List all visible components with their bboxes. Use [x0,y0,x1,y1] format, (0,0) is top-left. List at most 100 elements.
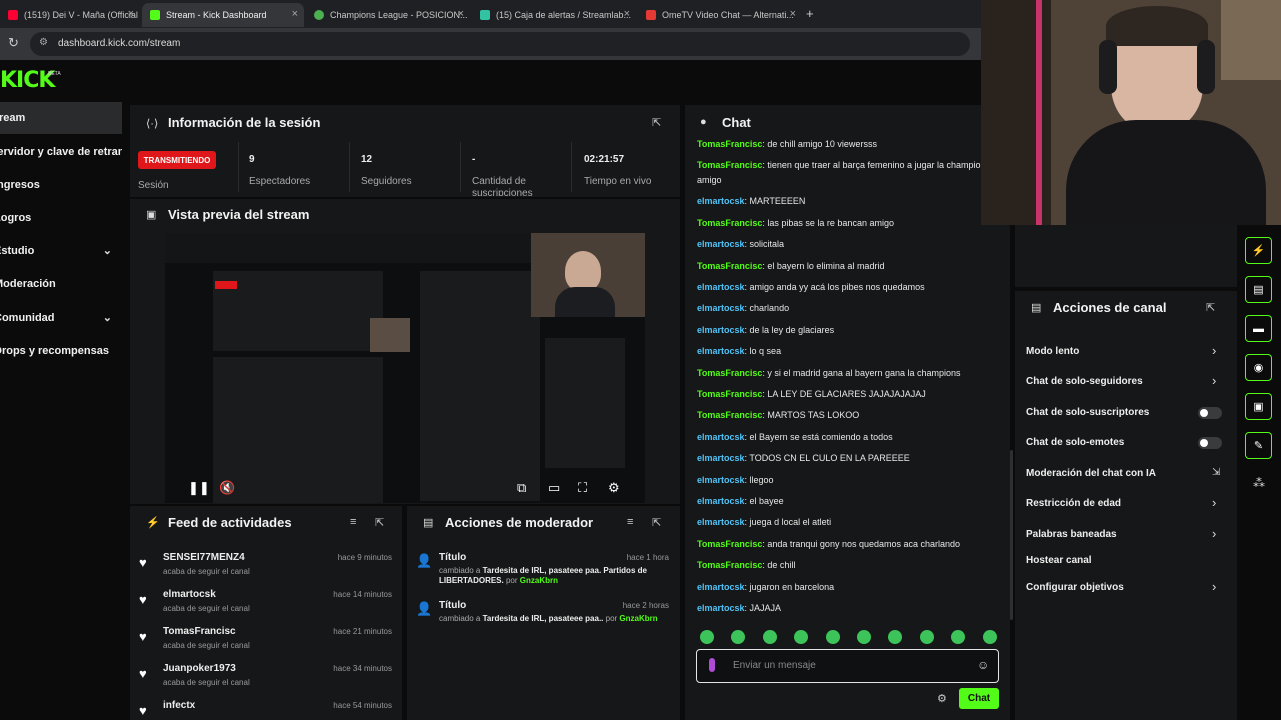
chat-username[interactable]: elmartocsk [697,196,745,206]
chat-username[interactable]: elmartocsk [697,325,745,335]
chat-scrollbar[interactable] [1010,450,1013,620]
chat-settings-icon[interactable]: ⚙ [937,692,947,705]
chat-username[interactable]: elmartocsk [697,517,745,527]
channel-action-goals[interactable]: Configurar objetivos [1026,582,1222,593]
channel-action-host[interactable]: Hostear canal [1026,555,1222,566]
chat-username[interactable]: TomasFrancisc [697,261,762,271]
reload-icon[interactable]: ↻ [8,35,19,51]
popout-icon[interactable]: ⇱ [1206,301,1215,314]
chat-text: TODOS CN EL CULO EN LA PAREEEE [749,453,910,464]
browser-tab[interactable]: (15) Caja de alertas / Streamlab... × [472,3,636,27]
mod-action-desc: cambiado a Tardesita de IRL, pasateee pa… [439,566,647,585]
emote-icon[interactable] [762,630,777,644]
sidebar-item-studio[interactable]: Estudio ⌄ [0,235,122,267]
mic-icon[interactable] [709,658,715,672]
send-chat-button[interactable]: Chat [959,688,999,709]
sidebar-item-community[interactable]: Comunidad ⌄ [0,302,122,334]
filter-icon[interactable]: ≡ [350,516,356,528]
emote-icon[interactable] [825,630,840,644]
close-icon[interactable]: × [624,8,630,20]
chat-username[interactable]: elmartocsk [697,282,745,292]
popout-icon[interactable]: ⇱ [652,116,661,129]
chat-bubble-icon[interactable]: ▬ [1245,315,1272,342]
chat-input[interactable]: Enviar un mensaje ☺ [696,649,999,683]
sidebar-item-server[interactable]: Servidor y clave de retransmisión [0,136,122,168]
sidebar-item-moderation[interactable]: Moderación [0,268,122,300]
sidebar-item-drops[interactable]: Drops y recompensas [0,335,122,367]
share-icon[interactable]: ⁂ [1253,476,1265,490]
chat-username[interactable]: TomasFrancisc [697,539,762,549]
new-tab-button[interactable]: + [806,6,814,21]
feed-username[interactable]: SENSEI77MENZ4 [163,552,245,563]
chat-username[interactable]: TomasFrancisc [697,368,762,378]
streamlabs-icon [480,10,490,20]
broadcast-icon[interactable]: ◉ [1245,354,1272,381]
chat-username[interactable]: elmartocsk [697,453,745,463]
sidebar-item-achievements[interactable]: Logros [0,202,122,234]
wrench-icon[interactable]: ✎ [1245,432,1272,459]
browser-tab[interactable]: OmeTV Video Chat — Alternati... × [638,3,802,27]
bolt-icon[interactable]: ⚡ [1245,237,1272,264]
emote-icon[interactable] [919,630,934,644]
browser-tab[interactable]: Champions League - POSICION... × [306,3,470,27]
chat-username[interactable]: elmartocsk [697,603,745,613]
live-time-value: 02:21:57 [584,154,625,165]
theater-icon[interactable]: ▭ [548,480,560,496]
close-icon[interactable]: × [458,8,464,20]
mute-icon[interactable]: 🔇 [219,480,235,496]
kick-logo[interactable]: KICK [0,68,55,93]
chat-username[interactable]: elmartocsk [697,475,745,485]
chat-username[interactable]: elmartocsk [697,239,745,249]
chat-username[interactable]: elmartocsk [697,496,745,506]
emotes-only-toggle[interactable] [1198,437,1222,449]
feed-username[interactable]: infectx [163,700,195,711]
chat-username[interactable]: TomasFrancisc [697,160,762,170]
chat-username[interactable]: TomasFrancisc [697,410,762,420]
sidebar-item-stream[interactable]: Stream [0,102,122,134]
popout-icon[interactable]: ⇱ [375,516,384,529]
chat-username[interactable]: TomasFrancisc [697,218,762,228]
feed-action: acaba de seguir el canal [163,567,250,576]
stream-preview-video[interactable] [165,233,645,503]
filter-icon[interactable]: ≡ [627,516,633,528]
channel-action-slow-mode[interactable]: Modo lento [1026,346,1222,357]
channel-action-banned-words[interactable]: Palabras baneadas [1026,529,1222,540]
feed-username[interactable]: elmartocsk [163,589,216,600]
panel-title: Chat [722,115,751,130]
feed-username[interactable]: TomasFrancisc [163,626,236,637]
browser-tab[interactable]: (1519) Dei V - Maña (Official V... × [0,3,140,27]
chat-username[interactable]: elmartocsk [697,346,745,356]
popout-icon[interactable]: ⇱ [652,516,661,529]
emote-icon[interactable] [982,630,997,644]
chat-message: TomasFrancisc: tienen que traer al barça… [697,160,991,186]
chat-username[interactable]: TomasFrancisc [697,560,762,570]
feed-username[interactable]: Juanpoker1973 [163,663,236,674]
pause-icon[interactable]: ❚❚ [188,480,210,496]
chat-username[interactable]: TomasFrancisc [697,139,762,149]
close-icon[interactable]: × [128,8,134,20]
settings-icon[interactable]: ⚙ [608,480,620,496]
picture-in-picture-icon[interactable]: ⧉ [517,480,526,496]
chat-username[interactable]: TomasFrancisc [697,389,762,399]
divider [571,142,572,192]
browser-tab-active[interactable]: Stream - Kick Dashboard × [142,3,304,27]
channel-action-age-restriction[interactable]: Restricción de edad [1026,498,1222,509]
subscribers-only-toggle[interactable] [1198,407,1222,419]
sidebar-item-income[interactable]: Ingresos [0,169,122,201]
fullscreen-icon[interactable]: ⛶ [578,480,587,496]
chat-username[interactable]: elmartocsk [697,432,745,442]
channel-action-followers-only[interactable]: Chat de solo-seguidores [1026,376,1222,387]
close-icon[interactable]: × [790,8,796,20]
chat-username[interactable]: elmartocsk [697,303,745,313]
document-icon[interactable]: ▤ [1245,276,1272,303]
emote-icon[interactable] [857,630,871,644]
close-icon[interactable]: × [292,8,298,20]
card-icon[interactable]: ▣ [1245,393,1272,420]
chat-text: de chill amigo 10 viewersss [767,139,877,149]
url-field[interactable]: ⚙ dashboard.kick.com/stream [30,32,970,56]
site-settings-icon[interactable]: ⚙ [39,37,48,48]
chat-username[interactable]: elmartocsk [697,582,745,592]
channel-action-ai-moderation[interactable]: Moderación del chat con IA [1026,468,1222,479]
emoji-icon[interactable]: ☺ [977,658,989,672]
emote-icon[interactable] [700,630,714,644]
